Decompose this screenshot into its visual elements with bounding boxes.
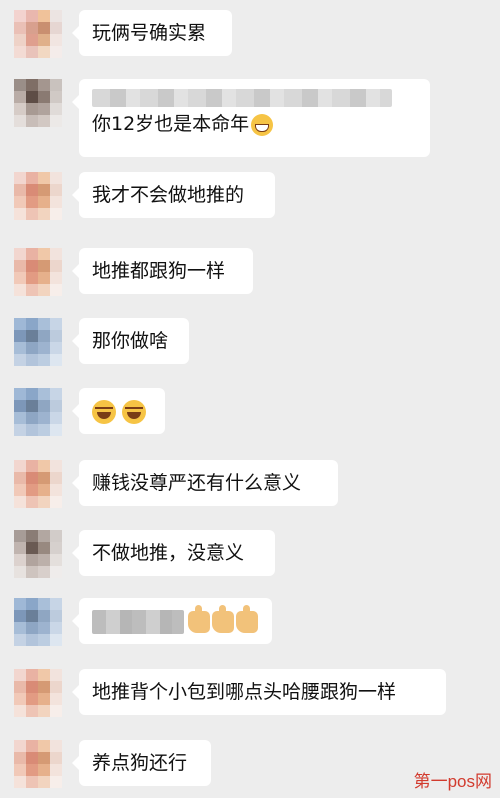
message-text: 赚钱没尊严还有什么意义 bbox=[92, 472, 302, 494]
avatar[interactable] bbox=[14, 740, 62, 788]
grinning-face-icon bbox=[251, 113, 274, 136]
message-bubble[interactable]: 养点狗还行 bbox=[72, 740, 211, 786]
message-bubble[interactable]: 赚钱没尊严还有什么意义 bbox=[72, 460, 338, 506]
message-text: 养点狗还行 bbox=[92, 752, 188, 774]
avatar[interactable] bbox=[14, 598, 62, 646]
message-bubble[interactable]: 不做地推，没意义 bbox=[72, 530, 275, 576]
tears-of-joy-icon bbox=[122, 399, 146, 424]
thumbs-up-icon bbox=[188, 604, 210, 633]
message-text: 地推都跟狗一样 bbox=[92, 260, 226, 282]
message-bubble[interactable]: 你12岁也是本命年 bbox=[72, 79, 430, 157]
message-bubble[interactable]: 玩俩号确实累 bbox=[72, 10, 232, 56]
message-bubble[interactable] bbox=[72, 388, 165, 434]
message-bubble[interactable]: 地推都跟狗一样 bbox=[72, 248, 253, 294]
quoted-message-blurred bbox=[92, 89, 392, 107]
avatar[interactable] bbox=[14, 530, 62, 578]
message-text: 玩俩号确实累 bbox=[92, 22, 207, 44]
message-text: 不做地推，没意义 bbox=[92, 542, 245, 564]
avatar[interactable] bbox=[14, 460, 62, 508]
avatar[interactable] bbox=[14, 388, 62, 436]
avatar[interactable] bbox=[14, 318, 62, 366]
message-bubble[interactable]: 那你做啥 bbox=[72, 318, 189, 364]
thumbs-up-icon bbox=[236, 604, 258, 633]
avatar[interactable] bbox=[14, 669, 62, 717]
avatar[interactable] bbox=[14, 172, 62, 220]
blurred-name bbox=[92, 609, 184, 634]
watermark-text: 第一pos网 bbox=[413, 772, 492, 791]
thumbs-up-icon bbox=[212, 604, 234, 633]
message-bubble[interactable] bbox=[72, 598, 272, 644]
avatar[interactable] bbox=[14, 79, 62, 127]
tears-of-joy-icon bbox=[92, 399, 116, 424]
message-bubble[interactable]: 我才不会做地推的 bbox=[72, 172, 275, 218]
avatar[interactable] bbox=[14, 248, 62, 296]
message-text: 地推背个小包到哪点头哈腰跟狗一样 bbox=[92, 681, 397, 703]
avatar[interactable] bbox=[14, 10, 62, 58]
message-text: 那你做啥 bbox=[92, 330, 169, 352]
message-text: 你12岁也是本命年 bbox=[92, 113, 250, 135]
message-text: 我才不会做地推的 bbox=[92, 184, 245, 206]
message-bubble[interactable]: 地推背个小包到哪点头哈腰跟狗一样 bbox=[72, 669, 446, 715]
